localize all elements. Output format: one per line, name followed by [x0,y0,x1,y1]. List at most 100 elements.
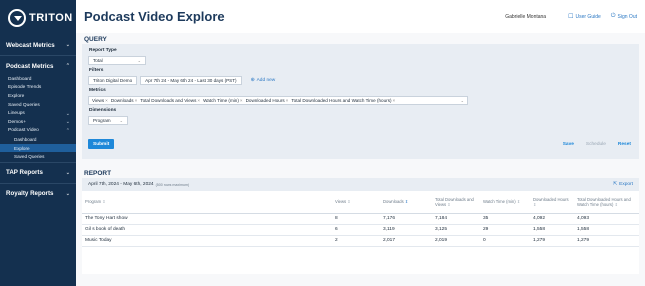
sort-icon: ⇕ [614,201,618,207]
cell-program: Gil s book of death [82,224,332,236]
sidebar-item-lineups[interactable]: Lineups ⌄ [0,109,76,118]
metric-tag[interactable]: Watch Time (min)× [203,98,243,103]
column-header-label: Downloads [383,199,404,205]
main-content: Podcast Video Explore Gabrielle Montana … [76,0,645,286]
sidebar-subitem-dashboard[interactable]: Dashboard [0,135,76,144]
remove-icon[interactable]: × [105,98,108,103]
schedule-button[interactable]: Schedule [586,142,606,147]
sidebar-item-label: Saved Queries [8,102,40,108]
report-date-range: April 7th, 2024 - May 6th, 2024 [88,182,154,187]
sidebar-item-episode-trends[interactable]: Episode Trends [0,84,76,93]
logo[interactable]: TRITON [0,0,76,36]
remove-icon[interactable]: × [393,98,396,103]
filter-chip-date-range[interactable]: Apr 7th 24 - May 6th 24 - Last 30 days (… [140,76,242,85]
sort-icon: ⇕ [447,201,451,207]
metric-tag[interactable]: Downloads× [111,98,137,103]
report-type-value: Total [93,58,103,63]
filters-label: Filters [89,68,104,73]
chevron-up-icon: ⌃ [65,127,70,134]
table-row: Gil s book of death 6 3,119 3,125 29 1,5… [82,224,639,236]
sidebar-group-royalty-reports[interactable]: Royalty Reports ⌄ [0,185,76,203]
column-header-total-hours[interactable]: Total Downloaded Hours and Watch Time (h… [574,191,639,214]
chevron-down-icon: ⌄ [65,190,70,197]
sidebar-subitem-explore[interactable]: Explore [0,143,76,153]
add-new-filter-button[interactable]: ⊕ Add new [251,78,276,83]
cell-views: 2 [332,235,380,247]
sidebar-item-explore[interactable]: Explore [0,92,76,101]
sidebar-item-label: Explore [8,93,25,99]
metric-tag[interactable]: Total Downloaded Hours and Watch Time (h… [291,98,395,103]
column-header-downloads[interactable]: Downloads ⇕ [380,191,432,214]
remove-icon[interactable]: × [240,98,243,103]
remove-icon[interactable]: × [135,98,138,103]
sort-icon: ⇕ [102,199,106,205]
metric-tag[interactable]: Views× [92,98,108,103]
cell-downloads: 3,119 [380,224,432,236]
query-panel: Report Type Total ⌄ Filters Triton Digit… [82,44,639,159]
sidebar-subitem-saved-queries[interactable]: Saved Queries [0,152,76,161]
metric-tag[interactable]: Downloaded Hours× [246,98,289,103]
sidebar-group-tap-reports[interactable]: TAP Reports ⌄ [0,164,76,182]
chevron-down-icon: ⌄ [65,119,70,126]
column-header-label: Views [335,199,347,205]
sidebar-item-label: Episode Trends [8,85,42,91]
column-header-program[interactable]: Program ⇕ [82,191,332,214]
sidebar-item-saved-queries[interactable]: Saved Queries [0,101,76,110]
reset-button[interactable]: Reset [618,142,631,147]
sidebar-item-demos[interactable]: Demos+ ⌄ [0,118,76,127]
sign-out-link[interactable]: ⏻ Sign Out [611,13,637,20]
filter-chip-network[interactable]: Triton Digital Demo [88,76,138,85]
sidebar-group-label: TAP Reports [6,169,43,177]
column-header-views[interactable]: Views ⇕ [332,191,380,214]
table-row: The Tony Hart show 8 7,176 7,184 35 4,09… [82,213,639,225]
sidebar-group-podcast-metrics[interactable]: Podcast Metrics ⌃ [0,57,76,75]
plus-circle-icon: ⊕ [250,78,255,83]
metrics-multiselect[interactable]: Views× Downloads× Total Downloads and Vi… [88,96,468,105]
cell-watch-time: 29 [480,224,530,236]
sidebar-item-label: Lineups [8,111,25,117]
export-button[interactable]: ⇱ Export [613,182,633,187]
divider [0,161,76,163]
export-label: Export [619,182,633,187]
chevron-down-icon: ⌄ [65,42,70,48]
sidebar-item-label: Explore [14,145,30,151]
table-header-row: Program ⇕ Views ⇕ Downloads ⇕ Total Down… [82,191,639,214]
cell-total-hours: 1,279 [574,235,639,247]
dimensions-select[interactable]: Program ⌄ [88,116,128,125]
metric-tag-label: Total Downloaded Hours and Watch Time (h… [291,98,392,103]
chevron-down-icon: ⌄ [65,169,70,176]
metric-tag-label: Views [92,98,105,103]
metric-tag[interactable]: Total Downloads and Views× [140,98,200,103]
report-type-select[interactable]: Total ⌄ [88,56,146,65]
sidebar-group-webcast-metrics[interactable]: Webcast Metrics ⌄ [0,36,76,54]
column-header-label: Total Downloads and Views [435,196,474,207]
cell-views: 8 [332,213,380,225]
sidebar-item-label: Demos+ [8,119,26,125]
dimensions-label: Dimensions [89,108,117,113]
header: Podcast Video Explore Gabrielle Montana … [76,0,645,33]
report-header: April 7th, 2024 - May 6th, 2024 (500 row… [82,178,639,191]
sidebar-group-label: Podcast Metrics [6,62,54,70]
column-header-label: Program [85,199,102,205]
cell-watch-time: 0 [480,235,530,247]
metric-tag-label: Total Downloads and Views [140,98,197,103]
remove-icon[interactable]: × [286,98,289,103]
remove-icon[interactable]: × [197,98,200,103]
cell-program: The Tony Hart show [82,213,332,225]
column-header-downloaded-hours[interactable]: Downloaded Hours ⇕ [530,191,574,214]
sidebar-item-label: Dashboard [8,76,32,82]
column-header-label: Downloaded Hours [533,196,569,202]
column-header-watch-time[interactable]: Watch Time (min) ⇕ [480,191,530,214]
submit-button[interactable]: Submit [88,139,115,149]
report-table: Program ⇕ Views ⇕ Downloads ⇕ Total Down… [82,191,639,247]
page-title: Podcast Video Explore [84,9,225,24]
column-header-total-downloads-views[interactable]: Total Downloads and Views ⇕ [432,191,480,214]
sidebar-item-dashboard[interactable]: Dashboard [0,75,76,84]
sidebar-group-label: Royalty Reports [6,190,54,198]
save-button[interactable]: Save [563,142,574,147]
sidebar-item-podcast-video[interactable]: Podcast Video ⌃ [0,127,76,136]
cell-total-downloads-views: 7,184 [432,213,480,225]
column-header-label: Watch Time (min) [483,199,516,205]
table-row: Music Today 2 2,017 2,019 0 1,279 1,279 [82,235,639,247]
user-guide-link[interactable]: ☐ User Guide [568,13,601,21]
